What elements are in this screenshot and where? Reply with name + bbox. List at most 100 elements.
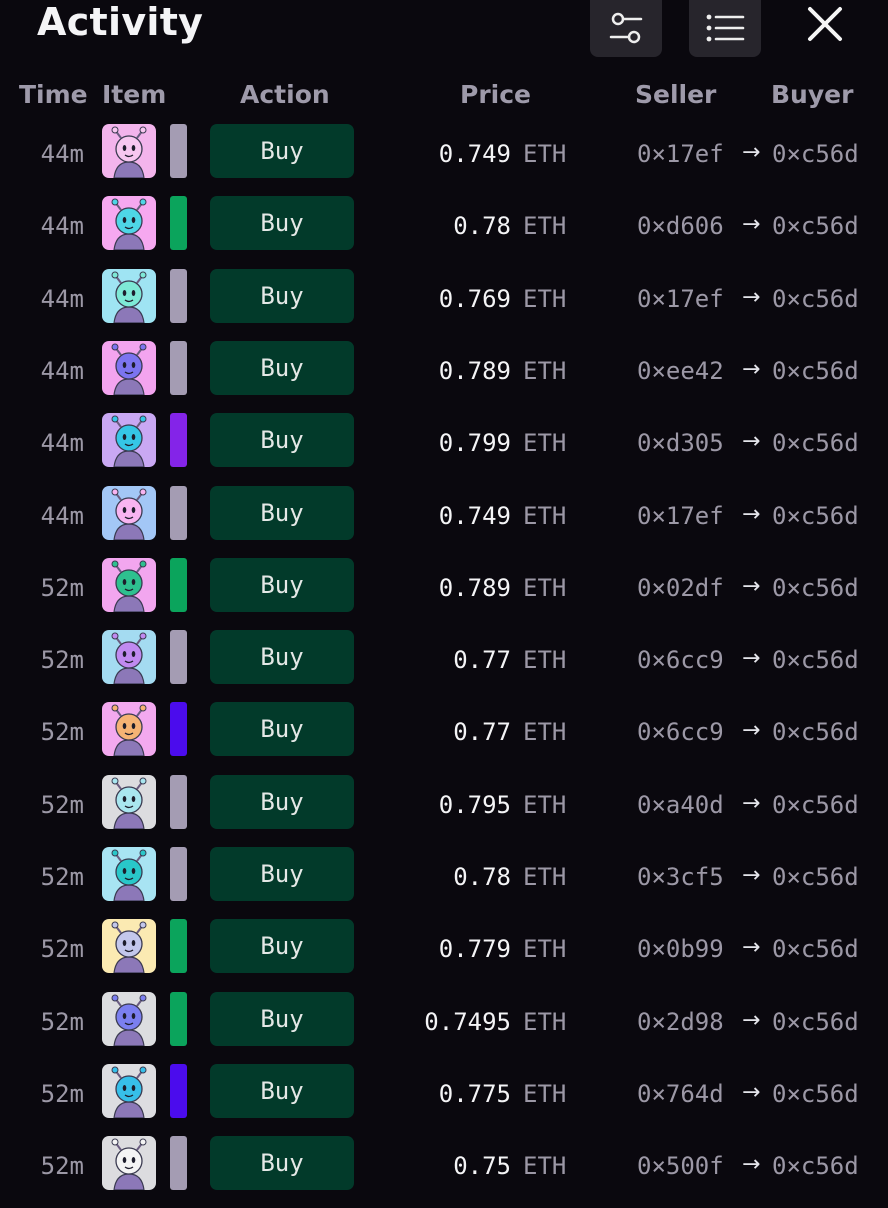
activity-row[interactable]: 52m Buy 0.795 ETH 0×a40d → 0×c56d xyxy=(0,774,888,847)
seller-address[interactable]: 0×a40d xyxy=(637,791,724,819)
price-unit: ETH xyxy=(523,140,567,168)
price-value: 0.78 xyxy=(453,212,511,241)
activity-row[interactable]: 52m Buy 0.775 ETH 0×764d → 0×c56d xyxy=(0,1063,888,1136)
buy-button[interactable]: Buy xyxy=(210,991,354,1046)
rarity-bar xyxy=(170,557,187,612)
buyer-address[interactable]: 0×c56d xyxy=(772,212,859,240)
buy-button[interactable]: Buy xyxy=(210,557,354,612)
price-value: 0.7495 xyxy=(424,1007,511,1036)
rarity-bar xyxy=(170,702,187,757)
buyer-address[interactable]: 0×c56d xyxy=(772,863,859,891)
buyer-address[interactable]: 0×c56d xyxy=(772,285,859,313)
activity-row[interactable]: 52m Buy 0.77 ETH 0×6cc9 → 0×c56d xyxy=(0,630,888,702)
price-value: 0.779 xyxy=(438,935,511,964)
price-value: 0.789 xyxy=(438,573,511,602)
seller-address[interactable]: 0×2d98 xyxy=(637,1008,724,1036)
activity-row[interactable]: 44m Buy 0.789 ETH 0×ee42 → 0×c56d xyxy=(0,340,888,413)
time-ago: 52m xyxy=(40,935,84,964)
nft-thumbnail[interactable] xyxy=(102,919,156,974)
nft-thumbnail[interactable] xyxy=(102,124,156,178)
buy-button[interactable]: Buy xyxy=(210,702,354,757)
seller-address[interactable]: 0×500f xyxy=(637,1152,724,1180)
nft-thumbnail[interactable] xyxy=(102,196,156,251)
buyer-address[interactable]: 0×c56d xyxy=(772,1008,859,1036)
nft-thumbnail[interactable] xyxy=(102,630,156,685)
filter-button[interactable] xyxy=(590,0,662,57)
price-value: 0.775 xyxy=(438,1079,511,1108)
seller-address[interactable]: 0×17ef xyxy=(637,140,724,168)
buyer-address[interactable]: 0×c56d xyxy=(772,140,859,168)
time-ago: 52m xyxy=(40,1079,84,1108)
buyer-address[interactable]: 0×c56d xyxy=(772,574,859,602)
activity-row[interactable]: 44m Buy 0.749 ETH 0×17ef → 0×c56d xyxy=(0,124,888,196)
buy-button[interactable]: Buy xyxy=(210,413,354,468)
activity-row[interactable]: 44m Buy 0.78 ETH 0×d606 → 0×c56d xyxy=(0,196,888,268)
buyer-address[interactable]: 0×c56d xyxy=(772,935,859,963)
nft-thumbnail[interactable] xyxy=(102,268,156,323)
rarity-bar xyxy=(170,630,187,685)
nft-thumbnail[interactable] xyxy=(102,847,156,901)
buy-button[interactable]: Buy xyxy=(210,919,354,974)
column-header-time: Time xyxy=(19,80,88,109)
column-header-price: Price xyxy=(460,80,531,109)
seller-address[interactable]: 0×ee42 xyxy=(637,357,724,385)
seller-address[interactable]: 0×17ef xyxy=(637,502,724,530)
buyer-address[interactable]: 0×c56d xyxy=(772,502,859,530)
price-unit: ETH xyxy=(523,501,567,530)
buy-button[interactable]: Buy xyxy=(210,268,354,323)
seller-address[interactable]: 0×3cf5 xyxy=(637,863,724,891)
seller-address[interactable]: 0×6cc9 xyxy=(637,718,724,746)
buy-button[interactable]: Buy xyxy=(210,1136,354,1191)
buyer-address[interactable]: 0×c56d xyxy=(772,357,859,385)
seller-address[interactable]: 0×764d xyxy=(637,1080,724,1108)
activity-row[interactable]: 52m Buy 0.779 ETH 0×0b99 → 0×c56d xyxy=(0,919,888,991)
nft-thumbnail[interactable] xyxy=(102,413,156,468)
buy-button[interactable]: Buy xyxy=(210,630,354,685)
buyer-address[interactable]: 0×c56d xyxy=(772,718,859,746)
rarity-bar xyxy=(170,1063,187,1118)
list-view-button[interactable] xyxy=(689,0,761,57)
activity-row[interactable]: 52m Buy 0.789 ETH 0×02df → 0×c56d xyxy=(0,557,888,630)
nft-thumbnail[interactable] xyxy=(102,340,156,395)
nft-thumbnail[interactable] xyxy=(102,702,156,757)
seller-address[interactable]: 0×6cc9 xyxy=(637,646,724,674)
buy-button[interactable]: Buy xyxy=(210,485,354,540)
nft-thumbnail[interactable] xyxy=(102,991,156,1046)
nft-thumbnail[interactable] xyxy=(102,1063,156,1118)
time-ago: 52m xyxy=(40,718,84,747)
rarity-bar xyxy=(170,847,187,901)
seller-address[interactable]: 0×0b99 xyxy=(637,935,724,963)
buy-button[interactable]: Buy xyxy=(210,847,354,901)
buy-button[interactable]: Buy xyxy=(210,124,354,178)
activity-row[interactable]: 52m Buy 0.78 ETH 0×3cf5 → 0×c56d xyxy=(0,847,888,919)
buyer-address[interactable]: 0×c56d xyxy=(772,791,859,819)
activity-row[interactable]: 52m Buy 0.75 ETH 0×500f → 0×c56d xyxy=(0,1136,888,1208)
rarity-bar xyxy=(170,991,187,1046)
buy-button[interactable]: Buy xyxy=(210,340,354,395)
buy-button[interactable]: Buy xyxy=(210,1063,354,1118)
activity-row[interactable]: 44m Buy 0.749 ETH 0×17ef → 0×c56d xyxy=(0,485,888,558)
nft-thumbnail[interactable] xyxy=(102,774,156,829)
buyer-address[interactable]: 0×c56d xyxy=(772,1080,859,1108)
seller-address[interactable]: 0×17ef xyxy=(637,285,724,313)
nft-thumbnail[interactable] xyxy=(102,557,156,612)
column-header-seller: Seller xyxy=(635,80,717,109)
activity-row[interactable]: 44m Buy 0.799 ETH 0×d305 → 0×c56d xyxy=(0,413,888,485)
seller-address[interactable]: 0×d606 xyxy=(637,212,724,240)
buyer-address[interactable]: 0×c56d xyxy=(772,646,859,674)
buy-button[interactable]: Buy xyxy=(210,774,354,829)
activity-row[interactable]: 44m Buy 0.769 ETH 0×17ef → 0×c56d xyxy=(0,268,888,341)
buyer-address[interactable]: 0×c56d xyxy=(772,1152,859,1180)
rarity-bar xyxy=(170,1136,187,1191)
rarity-bar xyxy=(170,485,187,540)
seller-address[interactable]: 0×02df xyxy=(637,574,724,602)
nft-thumbnail[interactable] xyxy=(102,485,156,540)
close-button[interactable] xyxy=(800,0,850,48)
nft-thumbnail[interactable] xyxy=(102,1136,156,1191)
buy-button[interactable]: Buy xyxy=(210,196,354,251)
seller-address[interactable]: 0×d305 xyxy=(637,429,724,457)
price-value: 0.749 xyxy=(438,140,511,168)
buyer-address[interactable]: 0×c56d xyxy=(772,429,859,457)
activity-row[interactable]: 52m Buy 0.7495 ETH 0×2d98 → 0×c56d xyxy=(0,991,888,1064)
activity-row[interactable]: 52m Buy 0.77 ETH 0×6cc9 → 0×c56d xyxy=(0,702,888,774)
